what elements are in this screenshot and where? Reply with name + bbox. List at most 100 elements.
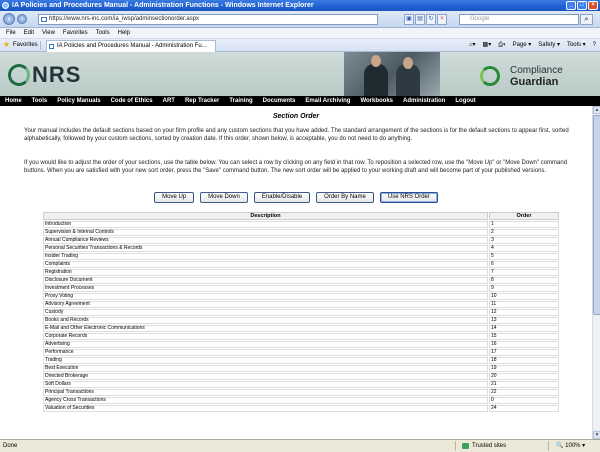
cell-order[interactable]: 21 (489, 381, 559, 388)
cell-description[interactable]: Agency Cross Transactions (43, 397, 488, 404)
print-icon[interactable]: ⎙▾ (498, 39, 505, 52)
cell-order[interactable]: 4 (489, 245, 559, 252)
table-row[interactable]: Directed Brokerage 20 (43, 373, 559, 380)
cell-description[interactable]: Directed Brokerage (43, 373, 488, 380)
table-row[interactable]: Supervision & Internal Controls 2 (43, 229, 559, 236)
stop-icon[interactable]: × (437, 14, 447, 25)
cell-order[interactable]: 0 (489, 397, 559, 404)
table-row[interactable]: Registration 7 (43, 269, 559, 276)
table-row[interactable]: Complaints 6 (43, 261, 559, 268)
table-row[interactable]: Best Execution 19 (43, 365, 559, 372)
menu-file[interactable]: File (6, 28, 16, 38)
nav-administration[interactable]: Administration (403, 96, 445, 106)
table-row[interactable]: Personal Securities Transactions & Recor… (43, 245, 559, 252)
cell-description[interactable]: Insider Trading (43, 253, 488, 260)
table-row[interactable]: Proxy Voting 10 (43, 293, 559, 300)
cell-description[interactable]: Disclosure Document (43, 277, 488, 284)
nav-rep-tracker[interactable]: Rep Tracker (185, 96, 219, 106)
cell-description[interactable]: Investment Processes (43, 285, 488, 292)
cell-order[interactable]: 9 (489, 285, 559, 292)
use-nrs-order-button[interactable]: Use NRS Order (379, 192, 438, 203)
cell-description[interactable]: Corporate Records (43, 333, 488, 340)
cell-order[interactable]: 17 (489, 349, 559, 356)
nav-training[interactable]: Training (229, 96, 252, 106)
cell-order[interactable]: 20 (489, 373, 559, 380)
table-row[interactable]: Advisory Agreement 11 (43, 301, 559, 308)
cell-order[interactable]: 12 (489, 309, 559, 316)
favorites-button[interactable]: Favorites (13, 39, 38, 52)
cell-order[interactable]: 6 (489, 261, 559, 268)
cell-description[interactable]: Introduction (43, 221, 488, 228)
cell-description[interactable]: Books and Records (43, 317, 488, 324)
cell-order[interactable]: 7 (489, 269, 559, 276)
cell-description[interactable]: Registration (43, 269, 488, 276)
table-row[interactable]: Insider Trading 5 (43, 253, 559, 260)
cell-description[interactable]: Performance (43, 349, 488, 356)
nrs-logo[interactable]: NRS (8, 62, 81, 88)
table-row[interactable]: Investment Processes 9 (43, 285, 559, 292)
cell-order[interactable]: 19 (489, 365, 559, 372)
feeds-icon[interactable]: ▩▾ (483, 39, 492, 52)
menu-edit[interactable]: Edit (24, 28, 34, 38)
nav-policy-manuals[interactable]: Policy Manuals (57, 96, 100, 106)
scrollbar-thumb[interactable] (593, 115, 600, 315)
cell-description[interactable]: Valuation of Securities (43, 405, 488, 412)
nav-email-archiving[interactable]: Email Archiving (305, 96, 350, 106)
search-icon[interactable]: ⌕ (580, 14, 593, 25)
nav-documents[interactable]: Documents (263, 96, 296, 106)
cell-description[interactable]: Proxy Voting (43, 293, 488, 300)
cell-description[interactable]: Custody (43, 309, 488, 316)
table-row[interactable]: Advertising 16 (43, 341, 559, 348)
table-row[interactable]: Principal Transactions 22 (43, 389, 559, 396)
cell-description[interactable]: Complaints (43, 261, 488, 268)
cell-description[interactable]: Advisory Agreement (43, 301, 488, 308)
move-up-button[interactable]: Move Up (154, 192, 195, 203)
help-icon[interactable]: ? (593, 39, 596, 52)
cell-description[interactable]: Soft Dollars (43, 381, 488, 388)
cell-description[interactable]: Advertising (43, 341, 488, 348)
table-row[interactable]: Books and Records 13 (43, 317, 559, 324)
menu-favorites[interactable]: Favorites (63, 28, 88, 38)
nav-workbooks[interactable]: Workbooks (360, 96, 393, 106)
cell-order[interactable]: 10 (489, 293, 559, 300)
cell-description[interactable]: Principal Transactions (43, 389, 488, 396)
menu-view[interactable]: View (42, 28, 55, 38)
nav-home[interactable]: Home (5, 96, 22, 106)
page-menu[interactable]: Page ▾ (513, 39, 532, 52)
security-zone[interactable]: Trusted sites (462, 440, 506, 452)
compatibility-icon[interactable]: ▤ (415, 14, 425, 25)
table-row[interactable]: Agency Cross Transactions 0 (43, 397, 559, 404)
table-row[interactable]: E-Mail and Other Electronic Communicatio… (43, 325, 559, 332)
cell-description[interactable]: Personal Securities Transactions & Recor… (43, 245, 488, 252)
order-by-name-button[interactable]: Order By Name (316, 192, 374, 203)
table-row[interactable]: Custody 12 (43, 309, 559, 316)
close-button[interactable]: × (588, 1, 598, 10)
zoom-level[interactable]: 🔍 100% ▾ (556, 440, 585, 452)
cell-description[interactable]: Supervision & Internal Controls (43, 229, 488, 236)
refresh-icon[interactable]: ↻ (426, 14, 436, 25)
home-icon[interactable]: ⌂▾ (469, 39, 476, 52)
cell-order[interactable]: 16 (489, 341, 559, 348)
table-row[interactable]: Introduction 1 (43, 221, 559, 228)
nav-code-of-ethics[interactable]: Code of Ethics (111, 96, 153, 106)
table-row[interactable]: Corporate Records 15 (43, 333, 559, 340)
cell-order[interactable]: 22 (489, 389, 559, 396)
cell-order[interactable]: 2 (489, 229, 559, 236)
minimize-button[interactable]: _ (566, 1, 576, 10)
cell-description[interactable]: Best Execution (43, 365, 488, 372)
menu-tools[interactable]: Tools (96, 28, 110, 38)
safety-menu[interactable]: Safety ▾ (538, 39, 560, 52)
cell-description[interactable]: E-Mail and Other Electronic Communicatio… (43, 325, 488, 332)
cell-order[interactable]: 18 (489, 357, 559, 364)
tools-menu[interactable]: Tools ▾ (567, 39, 586, 52)
cell-order[interactable]: 24 (489, 405, 559, 412)
menu-help[interactable]: Help (118, 28, 130, 38)
nav-tools[interactable]: Tools (32, 96, 48, 106)
cell-description[interactable]: Annual Compliance Reviews (43, 237, 488, 244)
cell-order[interactable]: 14 (489, 325, 559, 332)
cell-order[interactable]: 1 (489, 221, 559, 228)
cell-order[interactable]: 5 (489, 253, 559, 260)
browser-tab[interactable]: IA Policies and Procedures Manual - Admi… (46, 40, 216, 52)
lock-icon[interactable]: ▣ (404, 14, 414, 25)
back-button[interactable]: ‹ (3, 13, 15, 25)
